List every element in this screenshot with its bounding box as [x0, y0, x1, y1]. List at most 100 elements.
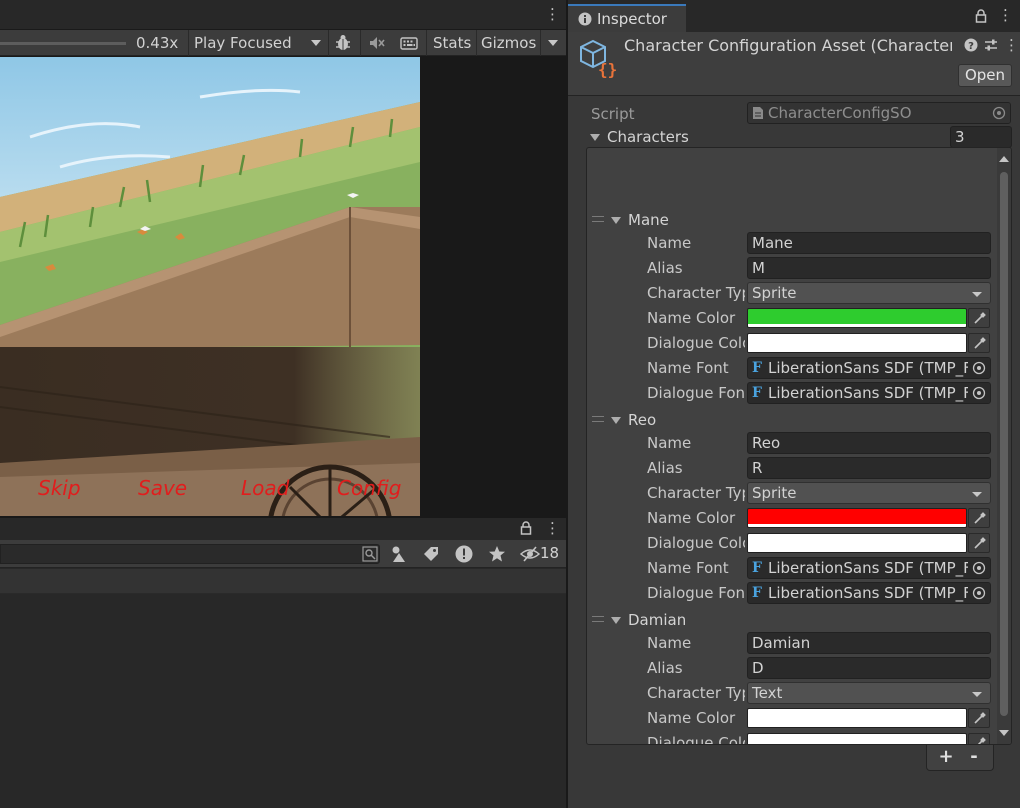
alpha-bar: [748, 324, 966, 327]
filter-by-type-icon[interactable]: [390, 545, 408, 563]
field-label: Character Typ: [647, 284, 745, 302]
name-font-field[interactable]: F LiberationSans SDF (TMP_Fo: [747, 357, 991, 379]
element-foldout-icon[interactable]: [611, 417, 621, 424]
field-label: Name: [647, 434, 692, 452]
eyedropper-icon[interactable]: [968, 508, 990, 528]
alias-field[interactable]: D: [747, 657, 991, 679]
eyedropper-icon[interactable]: [968, 708, 990, 728]
more-options-icon[interactable]: ⋮: [1004, 38, 1019, 53]
font-asset-value: LiberationSans SDF (TMP_Fo: [768, 384, 968, 402]
drag-handle-icon[interactable]: [592, 416, 604, 422]
name-color-field[interactable]: [747, 508, 967, 528]
more-options-icon[interactable]: ⋮: [545, 7, 560, 22]
characters-foldout-icon[interactable]: [590, 134, 600, 141]
play-mode-dropdown[interactable]: Play Focused: [194, 34, 292, 52]
config-button[interactable]: Config: [337, 476, 402, 500]
dialogue-color-field[interactable]: [747, 333, 967, 353]
dialogue-color-field[interactable]: [747, 533, 967, 553]
name-color-field[interactable]: [747, 308, 967, 328]
dropdown-value: Sprite: [752, 484, 797, 502]
warning-filter-icon[interactable]: [454, 544, 474, 564]
character-type-dropdown[interactable]: Sprite: [747, 282, 991, 304]
open-button[interactable]: Open: [958, 64, 1012, 87]
alias-field[interactable]: M: [747, 257, 991, 279]
name-font-field[interactable]: F LiberationSans SDF (TMP_Fo: [747, 557, 991, 579]
alpha-bar: [748, 724, 966, 727]
gizmos-chevron-icon[interactable]: [548, 40, 558, 46]
field-label: Dialogue Font: [647, 384, 745, 402]
field-label: Alias: [647, 459, 683, 477]
dialogue-color-field[interactable]: [747, 733, 967, 744]
filter-by-label-icon[interactable]: [422, 545, 440, 563]
list-footer: + -: [926, 745, 994, 771]
font-asset-value: LiberationSans SDF (TMP_Fo: [768, 584, 968, 602]
keyboard-icon[interactable]: [400, 34, 418, 52]
characters-label[interactable]: Characters: [607, 128, 689, 146]
eyedropper-icon[interactable]: [968, 333, 990, 353]
scrollbar[interactable]: [997, 148, 1011, 744]
field-label: Name Color: [647, 509, 736, 527]
bug-icon[interactable]: [334, 34, 352, 52]
scroll-up-icon[interactable]: [999, 156, 1009, 162]
svg-text:{}: {}: [598, 60, 617, 78]
characters-list: Mane Name Mane Alias M Character Typ Sprite Nam…: [586, 147, 1012, 745]
favorites-star-icon[interactable]: [488, 545, 506, 563]
help-icon[interactable]: ?: [964, 38, 978, 52]
more-options-icon[interactable]: ⋮: [545, 521, 560, 536]
lock-icon[interactable]: [975, 9, 987, 23]
font-asset-value: LiberationSans SDF (TMP_Fo: [768, 359, 968, 377]
name-field[interactable]: Reo: [747, 432, 991, 454]
alias-field[interactable]: R: [747, 457, 991, 479]
tab-label: Inspector: [597, 10, 667, 28]
search-input[interactable]: [0, 544, 380, 564]
characters-count-field[interactable]: 3: [950, 126, 1012, 148]
save-button[interactable]: Save: [138, 476, 187, 500]
eyedropper-icon[interactable]: [968, 533, 990, 553]
element-foldout-icon[interactable]: [611, 217, 621, 224]
font-asset-icon: F: [752, 560, 762, 576]
lock-icon[interactable]: [520, 521, 532, 535]
alpha-bar: [748, 549, 966, 552]
mute-audio-icon[interactable]: [368, 34, 386, 52]
more-options-icon[interactable]: ⋮: [998, 8, 1013, 23]
element-foldout-icon[interactable]: [611, 617, 621, 624]
hidden-visibility-icon[interactable]: [520, 545, 540, 563]
name-field[interactable]: Damian: [747, 632, 991, 654]
object-picker-icon[interactable]: [968, 558, 990, 578]
play-mode-chevron-icon[interactable]: [311, 40, 321, 46]
remove-element-button[interactable]: -: [961, 747, 987, 767]
add-element-button[interactable]: +: [933, 747, 959, 767]
font-asset-icon: F: [752, 385, 762, 401]
character-type-dropdown[interactable]: Sprite: [747, 482, 991, 504]
scale-slider[interactable]: [0, 42, 126, 45]
object-picker-icon[interactable]: [968, 383, 990, 403]
load-button[interactable]: Load: [241, 476, 289, 500]
search-mode-icon[interactable]: [362, 546, 378, 562]
game-render[interactable]: [0, 57, 420, 516]
presets-icon[interactable]: [984, 38, 998, 52]
object-picker-icon[interactable]: [968, 583, 990, 603]
scroll-down-icon[interactable]: [999, 730, 1009, 736]
gizmos-button[interactable]: Gizmos: [481, 34, 536, 52]
name-color-field[interactable]: [747, 708, 967, 728]
field-label: Name Color: [647, 709, 736, 727]
dialogue-font-field[interactable]: F LiberationSans SDF (TMP_Fo: [747, 382, 991, 404]
element-label[interactable]: Mane: [628, 211, 669, 229]
element-label[interactable]: Reo: [628, 411, 656, 429]
skip-button[interactable]: Skip: [38, 476, 81, 500]
eyedropper-icon[interactable]: [968, 733, 990, 744]
character-type-dropdown[interactable]: Text: [747, 682, 991, 704]
name-field[interactable]: Mane: [747, 232, 991, 254]
eyedropper-icon[interactable]: [968, 308, 990, 328]
scrollbar-thumb[interactable]: [1000, 172, 1008, 716]
bottom-panel-tab-bar: ⋮: [0, 518, 566, 540]
drag-handle-icon[interactable]: [592, 616, 604, 622]
element-label[interactable]: Damian: [628, 611, 686, 629]
tab-inspector[interactable]: Inspector: [568, 4, 686, 32]
script-value: CharacterConfigSO: [768, 104, 912, 122]
stats-button[interactable]: Stats: [433, 34, 471, 52]
field-label: Name Font: [647, 359, 729, 377]
drag-handle-icon[interactable]: [592, 216, 604, 222]
object-picker-icon[interactable]: [968, 358, 990, 378]
dialogue-font-field[interactable]: F LiberationSans SDF (TMP_Fo: [747, 582, 991, 604]
